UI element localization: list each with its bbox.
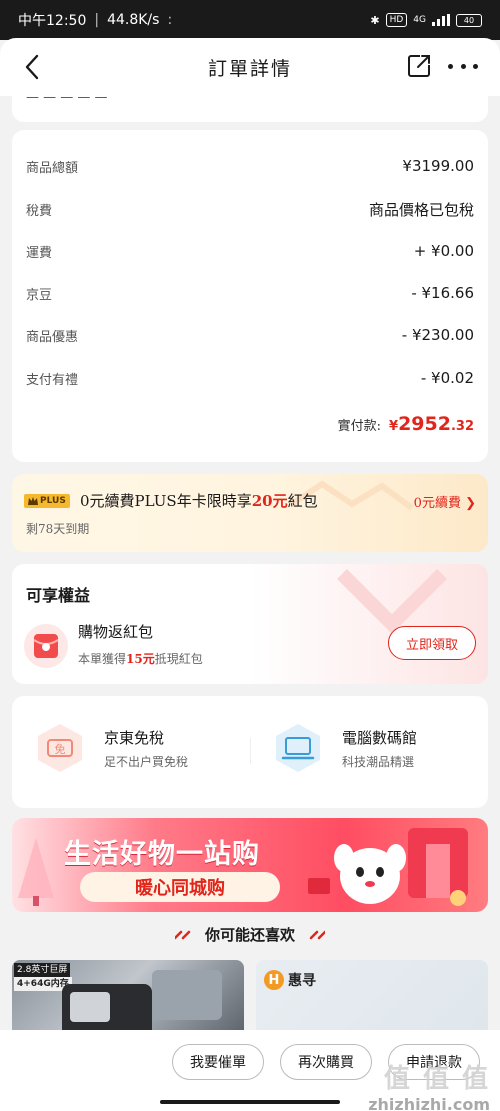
price-row: 支付有禮 - ¥0.02	[26, 366, 474, 390]
signal-icon	[432, 14, 450, 26]
price-row-value: 商品價格已包稅	[368, 200, 474, 219]
price-row: 運費 + ¥0.00	[26, 239, 474, 263]
price-row: 商品總額 ¥3199.00	[26, 154, 474, 178]
price-row-label: 支付有禮	[26, 372, 79, 388]
brand-letter: H	[264, 970, 284, 990]
service-name: 電腦數碼館	[342, 728, 418, 747]
price-row-value: - ¥230.00	[401, 326, 474, 344]
svg-text:免: 免	[55, 742, 66, 756]
bluetooth-icon: ✱	[370, 13, 380, 27]
benefit-desc-highlight: 15元	[126, 652, 155, 666]
order-info-partial-text: — — — — —	[26, 96, 108, 105]
service-desc: 足不出户買免稅	[104, 754, 189, 769]
benefits-title: 可享權益	[26, 586, 91, 605]
price-row-label: 運費	[26, 245, 53, 261]
paid-label: 實付款:	[337, 419, 382, 434]
price-row-value: ¥3199.00	[402, 157, 474, 175]
decor-left-icon	[174, 930, 191, 939]
paid-decimal: .32	[450, 419, 474, 434]
watermark-url: zhizhizhi.com	[368, 1095, 490, 1111]
divider	[250, 738, 251, 764]
plus-offer-text: 0元續費PLUS年卡限時享20元紅包	[80, 490, 318, 511]
plus-badge: PLUS	[24, 494, 70, 508]
paid-currency: ¥	[389, 419, 399, 434]
price-row: 京豆 - ¥16.66	[26, 281, 474, 305]
red-packet-icon	[24, 624, 68, 668]
price-row: 稅費 商品價格已包稅	[26, 197, 474, 221]
service-duty-free[interactable]: 免 京東免稅 足不出户買免稅	[32, 720, 188, 776]
price-row-value: - ¥0.02	[420, 369, 474, 387]
more-options-icon[interactable]	[448, 53, 478, 79]
plus-text-post: 紅包	[287, 492, 318, 510]
network-label: 4G	[413, 15, 426, 25]
watermark-logo: 值 值 值	[383, 1064, 490, 1094]
promo-banner[interactable]: 生活好物一站购 暖心同城购	[12, 818, 488, 912]
status-speed: 44.8K/s	[107, 12, 160, 28]
price-row-label: 京豆	[26, 287, 53, 303]
status-bar: 中午12:50 | 44.8K/s : ✱ HD 4G 40	[0, 0, 500, 40]
benefit-name: 購物返紅包	[78, 623, 154, 641]
brand-logo: H 惠寻	[264, 970, 316, 990]
plus-renewal-card[interactable]: PLUS 0元續費PLUS年卡限時享20元紅包 剩78天到期 0元續費 ❯	[12, 474, 488, 552]
services-card: 免 京東免稅 足不出户買免稅 電腦數碼館 科技潮品精選	[12, 696, 488, 808]
brand-name: 惠寻	[288, 973, 316, 989]
decor-right-icon	[309, 930, 325, 939]
benefits-card: 可享權益 購物返紅包 本單獲得15元抵現紅包 立即領取	[12, 564, 488, 684]
price-row: 商品優惠 - ¥230.00	[26, 323, 474, 347]
service-desc: 科技潮品精選	[342, 754, 415, 769]
service-computer-digital[interactable]: 電腦數碼館 科技潮品精選	[270, 720, 417, 776]
benefit-desc: 本單獲得15元抵現紅包	[78, 650, 203, 667]
chevron-right-icon: ❯	[465, 496, 476, 511]
share-icon[interactable]	[406, 53, 432, 79]
page-header: 訂單詳情	[0, 38, 500, 96]
watermark: 值 值 值 zhizhizhi.com	[368, 1058, 490, 1111]
status-time: 中午12:50	[18, 13, 87, 29]
service-name: 京東免稅	[104, 728, 165, 747]
recommend-heading: 你可能还喜欢	[0, 924, 500, 945]
plus-text-pre: 0元續費PLUS年卡限時享	[80, 492, 252, 510]
benefit-desc-post: 抵現紅包	[154, 652, 203, 666]
banner-pill: 暖心同城购	[80, 872, 280, 902]
claim-button[interactable]: 立即領取	[388, 626, 476, 660]
plus-cta-label: 0元續費	[413, 496, 461, 511]
plus-text-highlight: 20元	[251, 492, 288, 510]
laptop-icon	[270, 720, 326, 776]
battery-icon: 40	[456, 13, 482, 27]
paid-amount: ¥2952.32	[389, 413, 474, 435]
tree-deco	[18, 838, 54, 906]
product-card[interactable]: H 惠寻	[256, 960, 488, 1040]
crown-icon	[28, 497, 38, 505]
back-arrow-icon[interactable]	[18, 52, 48, 82]
price-summary-card: 商品總額 ¥3199.00 稅費 商品價格已包稅 運費 + ¥0.00 京豆 -…	[12, 130, 488, 462]
plus-expiry: 剩78天到期	[26, 522, 90, 536]
benefit-desc-pre: 本單獲得	[78, 652, 127, 666]
mascot-dog-icon	[308, 828, 468, 906]
urge-order-button[interactable]: 我要催單	[172, 1044, 264, 1080]
price-row-label: 稅費	[26, 203, 53, 219]
price-row-label: 商品總額	[26, 160, 79, 176]
price-row-value: - ¥16.66	[411, 284, 474, 302]
duty-free-icon: 免	[32, 720, 88, 776]
paid-integer: 2952	[398, 413, 451, 435]
price-row-value: + ¥0.00	[413, 242, 474, 260]
order-info-card: — — — — —	[12, 96, 488, 122]
hd-badge: HD	[385, 13, 408, 27]
price-row-label: 商品優惠	[26, 329, 79, 345]
buy-again-button[interactable]: 再次購買	[280, 1044, 372, 1080]
plus-badge-label: PLUS	[40, 496, 66, 506]
plus-renew-link[interactable]: 0元續費 ❯	[414, 492, 476, 511]
recommend-title: 你可能还喜欢	[204, 926, 295, 944]
home-indicator[interactable]	[160, 1100, 340, 1104]
banner-title: 生活好物一站购	[64, 839, 260, 869]
page-title: 訂單詳情	[207, 57, 292, 80]
product-card[interactable]: 2.8英寸巨屏 4+64G内存	[12, 960, 244, 1040]
paid-total: 實付款: ¥2952.32	[338, 413, 474, 435]
plus-bg-deco	[290, 480, 414, 511]
